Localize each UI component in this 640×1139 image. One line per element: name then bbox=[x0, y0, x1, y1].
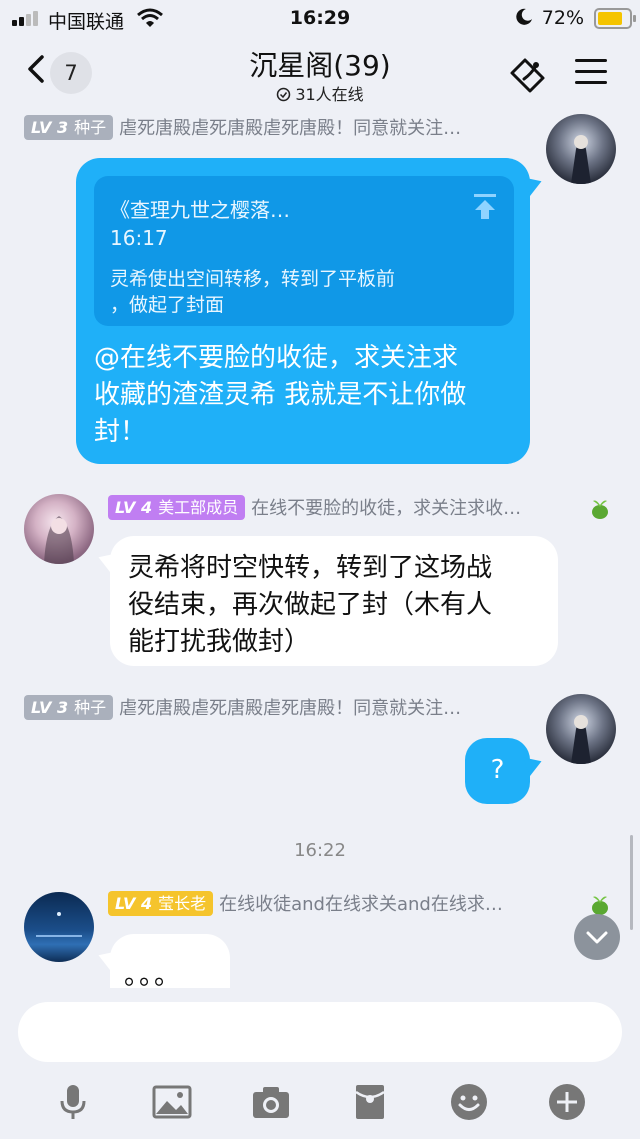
quote-line: 灵希使出空间转移，转到了平板前 bbox=[110, 268, 396, 290]
emoji-icon[interactable] bbox=[449, 1082, 489, 1122]
scroll-to-bottom-button[interactable] bbox=[574, 914, 620, 960]
quote-line: ，做起了封面 bbox=[110, 294, 225, 316]
plus-icon[interactable] bbox=[547, 1082, 587, 1122]
sprout-icon bbox=[592, 500, 608, 519]
message-bubble[interactable]: 灵希将时空快转，转到了这场战 役结束，再次做起了封（木有人 能打扰我做封） bbox=[110, 536, 558, 666]
level-badge: LV 3 种子 bbox=[24, 114, 114, 140]
message-timestamp: 16:22 bbox=[294, 840, 346, 861]
online-icon bbox=[277, 87, 291, 102]
composer bbox=[0, 988, 640, 1139]
message-text: 。。。 bbox=[124, 961, 183, 988]
avatar[interactable] bbox=[24, 892, 94, 962]
message-text: 灵希将时空快转，转到了这场战 bbox=[128, 553, 493, 583]
quote-time: 16:17 bbox=[110, 226, 168, 250]
quote-title: 《查理九世之樱落… bbox=[110, 198, 290, 222]
sender-meta: LV 4 美工部成员 在线不要脸的收徒，求关注求收… bbox=[108, 494, 521, 522]
message-text: @在线不要脸的收徒，求关注求 bbox=[94, 343, 459, 373]
status-bar: 中国联通 16:29 72% bbox=[0, 0, 640, 36]
image-icon[interactable] bbox=[152, 1082, 192, 1122]
avatar[interactable] bbox=[546, 694, 616, 764]
red-packet-icon[interactable] bbox=[350, 1082, 390, 1122]
jump-to-quote-icon[interactable] bbox=[474, 194, 496, 220]
message-list[interactable]: LV 3 种子 虐死唐殿虐死唐殿虐死唐殿！同意就关注… 《查理九世之樱落… 16:1… bbox=[0, 108, 640, 988]
sender-name: 在线收徒and在线求关and在线求… bbox=[219, 894, 503, 915]
level-badge: LV 4 美工部成员 bbox=[108, 494, 246, 520]
microphone-icon[interactable] bbox=[53, 1082, 93, 1122]
sender-meta: LV 3 种子 虐死唐殿虐死唐殿虐死唐殿！同意就关注… bbox=[24, 694, 461, 722]
level-badge: LV 3 种子 bbox=[24, 694, 114, 720]
quoted-message[interactable]: 《查理九世之樱落… 16:17 灵希使出空间转移，转到了平板前 ，做起了封面 bbox=[94, 176, 514, 326]
menu-icon[interactable] bbox=[575, 58, 607, 86]
battery-percent: 72% bbox=[541, 7, 584, 29]
message-text: 封！ bbox=[94, 417, 147, 447]
chat-header: 7 沉星阁(39) 31人在线 bbox=[0, 36, 640, 108]
camera-icon[interactable] bbox=[251, 1082, 291, 1122]
battery-icon bbox=[594, 8, 636, 29]
message-bubble[interactable]: 。。。 bbox=[110, 934, 230, 988]
avatar[interactable] bbox=[546, 114, 616, 184]
level-badge: LV 4 莹长老 bbox=[108, 890, 214, 916]
message-text: 役结束，再次做起了封（木有人 bbox=[128, 590, 493, 620]
message-input[interactable] bbox=[18, 1002, 622, 1062]
sender-meta: LV 3 种子 虐死唐殿虐死唐殿虐死唐殿！同意就关注… bbox=[24, 114, 461, 142]
sender-meta: LV 4 莹长老 在线收徒and在线求关and在线求… bbox=[108, 890, 503, 918]
scrollbar[interactable] bbox=[630, 835, 633, 930]
sender-name: 虐死唐殿虐死唐殿虐死唐殿！同意就关注… bbox=[119, 118, 462, 139]
message-bubble[interactable]: 《查理九世之樱落… 16:17 灵希使出空间转移，转到了平板前 ，做起了封面 @… bbox=[76, 158, 530, 464]
sender-name: 在线不要脸的收徒，求关注求收… bbox=[251, 498, 522, 519]
message-text: 收藏的渣渣灵希 我就是不让你做 bbox=[94, 380, 467, 410]
sender-name: 虐死唐殿虐死唐殿虐死唐殿！同意就关注… bbox=[119, 698, 462, 719]
message-text: 能打扰我做封） bbox=[128, 627, 311, 657]
sprout-icon bbox=[592, 896, 608, 915]
avatar[interactable] bbox=[24, 494, 94, 564]
moon-icon bbox=[516, 8, 532, 25]
chevron-down-icon bbox=[586, 931, 608, 944]
message-bubble[interactable]: ? bbox=[465, 738, 530, 804]
call-icon[interactable] bbox=[507, 52, 549, 94]
online-count: 31人在线 bbox=[295, 85, 364, 104]
message-text: ? bbox=[490, 755, 505, 785]
